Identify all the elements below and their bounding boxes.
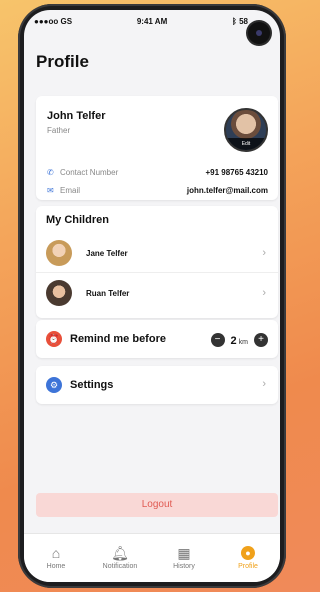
email-value: john.telfer@mail.com (186, 186, 268, 195)
decrement-button[interactable]: − (210, 333, 225, 347)
settings-row[interactable]: ⚙ Settings › (36, 366, 278, 404)
child-name: Ruan Telfer (86, 288, 130, 298)
home-icon: ⌂ (51, 545, 61, 561)
profile-card: John Telfer Father Edit ✆ Contact Number… (36, 96, 278, 200)
remind-label: Remind me before (70, 333, 166, 345)
contact-row: ✆ Contact Number (47, 168, 118, 177)
contact-value: +91 98765 43210 (205, 168, 268, 177)
stepper-value: 2 (230, 335, 237, 347)
tab-label: History (173, 563, 195, 570)
chevron-right-icon: › (262, 378, 266, 390)
email-label: Email (60, 186, 81, 195)
child-avatar (46, 280, 72, 306)
tab-home[interactable]: ⌂ Home (31, 546, 81, 570)
bluetooth-icon: ᛒ (232, 16, 237, 26)
alarm-icon: ⏰ (46, 331, 62, 347)
avatar[interactable]: Edit (224, 108, 268, 152)
chevron-right-icon: › (262, 287, 266, 299)
divider (36, 272, 278, 273)
children-title: My Children (46, 214, 109, 226)
gear-icon: ⚙ (46, 377, 62, 393)
battery-indicator: ᛒ 58 (232, 16, 248, 26)
tab-label: Notification (102, 563, 138, 570)
tab-label: Profile (238, 563, 258, 570)
bell-icon: 🔔︎ (111, 545, 129, 561)
status-bar: ●●●oo GS 9:41 AM ᛒ 58 (24, 10, 280, 32)
chevron-right-icon: › (262, 247, 266, 259)
calendar-icon: ▦ (177, 545, 191, 561)
status-time: 9:41 AM (136, 16, 168, 26)
logout-button[interactable]: Logout (36, 493, 278, 517)
profile-role: Father (47, 126, 71, 135)
email-row: ✉ Email (47, 186, 80, 195)
profile-icon: ● (241, 546, 255, 560)
remind-card: ⏰ Remind me before − 2 km + (36, 320, 278, 358)
child-avatar (46, 240, 72, 266)
tab-history[interactable]: ▦ History (159, 546, 209, 570)
list-item[interactable]: Ruan Telfer › (36, 274, 278, 312)
app-screen: ●●●oo GS 9:41 AM ᛒ 58 Profile John Telfe… (24, 10, 280, 582)
page-title: Profile (36, 52, 89, 71)
child-name: Jane Telfer (86, 248, 128, 258)
phone-icon: ✆ (47, 167, 54, 177)
carrier-label: ●●●oo GS (34, 16, 73, 26)
avatar-edit-label[interactable]: Edit (226, 138, 266, 150)
stepper-value-wrap: 2 km (231, 331, 248, 349)
contact-label: Contact Number (60, 168, 119, 177)
stepper-unit: km (238, 339, 248, 346)
profile-name: John Telfer (47, 110, 106, 122)
email-icon: ✉ (47, 185, 54, 195)
children-card: My Children Jane Telfer › Ruan Telfer › (36, 206, 278, 318)
bottom-tab-bar: ⌂ Home 🔔︎ Notification ▦ History ● Profi… (24, 533, 280, 582)
list-item[interactable]: Jane Telfer › (36, 234, 278, 272)
settings-label: Settings (70, 379, 114, 391)
tab-profile[interactable]: ● Profile (223, 546, 273, 570)
tab-notification[interactable]: 🔔︎ Notification (95, 546, 145, 570)
distance-stepper[interactable]: − 2 km + (210, 331, 268, 349)
increment-button[interactable]: + (254, 333, 268, 347)
tab-label: Home (46, 563, 66, 570)
front-camera (248, 22, 270, 44)
